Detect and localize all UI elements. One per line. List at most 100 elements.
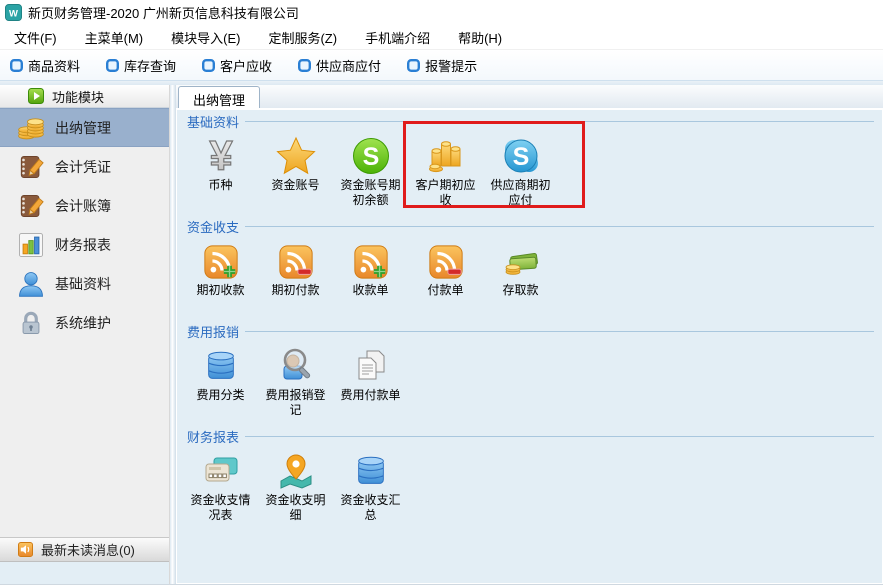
- toolbar-supplier-payable[interactable]: 供应商应付: [298, 56, 381, 75]
- module-customer-opening-receivable[interactable]: 客户期初应收: [408, 134, 483, 208]
- module-label: 资金账号期初余额: [339, 178, 403, 208]
- sidebar-item-vouchers[interactable]: 会计凭证: [0, 147, 169, 186]
- module-supplier-opening-payable[interactable]: S 供应商期初应付: [483, 134, 558, 208]
- module-fund-account[interactable]: 资金账号: [258, 134, 333, 208]
- blue-square-icon: [298, 59, 311, 72]
- section-title: 费用报销: [187, 322, 239, 341]
- module-label: 资金收支明细: [264, 493, 328, 523]
- module-label: 费用分类: [189, 388, 253, 403]
- menu-custom-service[interactable]: 定制服务(Z): [254, 25, 351, 50]
- module-opening-payments[interactable]: 期初付款: [258, 239, 333, 298]
- notebook-pencil-icon: [16, 152, 46, 182]
- section-divider: [245, 121, 874, 122]
- rss-minus-icon: [258, 239, 333, 281]
- section-title: 财务报表: [187, 427, 239, 446]
- menu-module-import[interactable]: 模块导入(E): [157, 25, 254, 50]
- sidebar-header-label: 功能模块: [52, 87, 104, 106]
- sidebar-item-label: 财务报表: [55, 235, 111, 255]
- sidebar-item-label: 出纳管理: [55, 118, 111, 138]
- module-fund-account-opening-balance[interactable]: S 资金账号期初余额: [333, 134, 408, 208]
- module-payment-voucher[interactable]: 付款单: [408, 239, 483, 298]
- sidebar-header[interactable]: 功能模块: [0, 85, 169, 108]
- sidebar-spacer: [0, 342, 169, 537]
- green-play-icon: [28, 88, 44, 104]
- module-label: 币种: [189, 178, 253, 193]
- sidebar-item-system-maintenance[interactable]: 系统维护: [0, 303, 169, 342]
- section-base-data: 基础资料 ¥ 币种: [183, 113, 878, 218]
- gold-coins-icon: [16, 113, 46, 143]
- module-label: 存取款: [489, 283, 553, 298]
- module-label: 资金账号: [264, 178, 328, 193]
- svg-text:S: S: [362, 143, 379, 171]
- sidebar-unread-messages[interactable]: 最新未读消息(0): [0, 537, 169, 562]
- svg-text:W: W: [9, 8, 18, 19]
- module-receipt-voucher[interactable]: 收款单: [333, 239, 408, 298]
- module-label: 资金收支情况表: [189, 493, 253, 523]
- menu-bar: 文件(F) 主菜单(M) 模块导入(E) 定制服务(Z) 手机端介绍 帮助(H): [0, 25, 883, 50]
- skype-blue-icon: S: [483, 134, 558, 176]
- module-expense-payment-voucher[interactable]: 费用付款单: [333, 344, 408, 418]
- sidebar-item-label: 会计凭证: [55, 157, 111, 177]
- toolbar-label: 供应商应付: [316, 56, 381, 75]
- svg-text:¥: ¥: [209, 134, 233, 176]
- menu-main[interactable]: 主菜单(M): [71, 25, 158, 50]
- app-window: W 新页财务管理-2020 广州新页信息科技有限公司 文件(F) 主菜单(M) …: [0, 0, 883, 585]
- toolbar-label: 客户应收: [220, 56, 272, 75]
- module-fund-flow-detail[interactable]: 资金收支明细: [258, 449, 333, 523]
- toolbar-inventory-query[interactable]: 库存查询: [106, 56, 176, 75]
- main-panel: 出纳管理 基础资料 ¥ 币种: [176, 85, 883, 584]
- sidebar: 功能模块 出纳管理: [0, 85, 170, 584]
- menu-help[interactable]: 帮助(H): [444, 25, 516, 50]
- blue-square-icon: [202, 59, 215, 72]
- sidebar-item-ledgers[interactable]: 会计账簿: [0, 186, 169, 225]
- blue-square-icon: [10, 59, 23, 72]
- module-fund-flow-statement[interactable]: 资金收支情况表: [183, 449, 258, 523]
- section-divider: [245, 436, 874, 437]
- module-expense-reimbursement-register[interactable]: 费用报销登记: [258, 344, 333, 418]
- module-currency[interactable]: ¥ 币种: [183, 134, 258, 208]
- toolbar-alert-reminder[interactable]: 报警提示: [407, 56, 477, 75]
- sidebar-item-cashier[interactable]: 出纳管理: [0, 108, 169, 147]
- menu-mobile-intro[interactable]: 手机端介绍: [351, 25, 444, 50]
- toolbar-customer-receivable[interactable]: 客户应收: [202, 56, 272, 75]
- cash-icon: [483, 239, 558, 281]
- module-label: 资金收支汇总: [339, 493, 403, 523]
- tab-strip: 出纳管理: [176, 85, 883, 108]
- sidebar-item-label: 系统维护: [55, 313, 111, 333]
- window-title: 新页财务管理-2020 广州新页信息科技有限公司: [28, 3, 299, 22]
- menu-file[interactable]: 文件(F): [0, 25, 71, 50]
- toolbar-label: 商品资料: [28, 56, 80, 75]
- section-divider: [245, 226, 874, 227]
- sidebar-item-base-data[interactable]: 基础资料: [0, 264, 169, 303]
- section-divider: [245, 331, 874, 332]
- tab-cashier[interactable]: 出纳管理: [178, 86, 260, 108]
- section-title: 资金收支: [187, 217, 239, 236]
- module-opening-receipts[interactable]: 期初收款: [183, 239, 258, 298]
- sidebar-item-label: 会计账簿: [55, 196, 111, 216]
- lock-icon: [16, 308, 46, 338]
- module-expense-category[interactable]: 费用分类: [183, 344, 258, 418]
- coins-icon: [408, 134, 483, 176]
- toolbar-label: 库存查询: [124, 56, 176, 75]
- rss-minus-icon: [408, 239, 483, 281]
- module-deposit-withdrawal[interactable]: 存取款: [483, 239, 558, 298]
- toolbar-label: 报警提示: [425, 56, 477, 75]
- module-label: 费用付款单: [339, 388, 403, 403]
- toolbar-goods-info[interactable]: 商品资料: [10, 56, 80, 75]
- rss-plus-icon: [333, 239, 408, 281]
- blue-square-icon: [407, 59, 420, 72]
- magnifier-person-icon: [258, 344, 333, 386]
- rss-plus-icon: [183, 239, 258, 281]
- workspace: 功能模块 出纳管理: [0, 85, 883, 584]
- report-card-icon: [183, 449, 258, 491]
- module-label: 供应商期初应付: [489, 178, 553, 208]
- module-fund-flow-summary[interactable]: 资金收支汇总: [333, 449, 408, 523]
- yen-icon: ¥: [183, 134, 258, 176]
- app-logo-icon: W: [5, 4, 22, 21]
- section-expense-reimbursement: 费用报销 费用分类: [183, 323, 878, 428]
- speaker-icon: [18, 542, 33, 557]
- sidebar-item-financial-reports[interactable]: 财务报表: [0, 225, 169, 264]
- map-pin-icon: [258, 449, 333, 491]
- module-label: 收款单: [339, 283, 403, 298]
- module-label: 付款单: [414, 283, 478, 298]
